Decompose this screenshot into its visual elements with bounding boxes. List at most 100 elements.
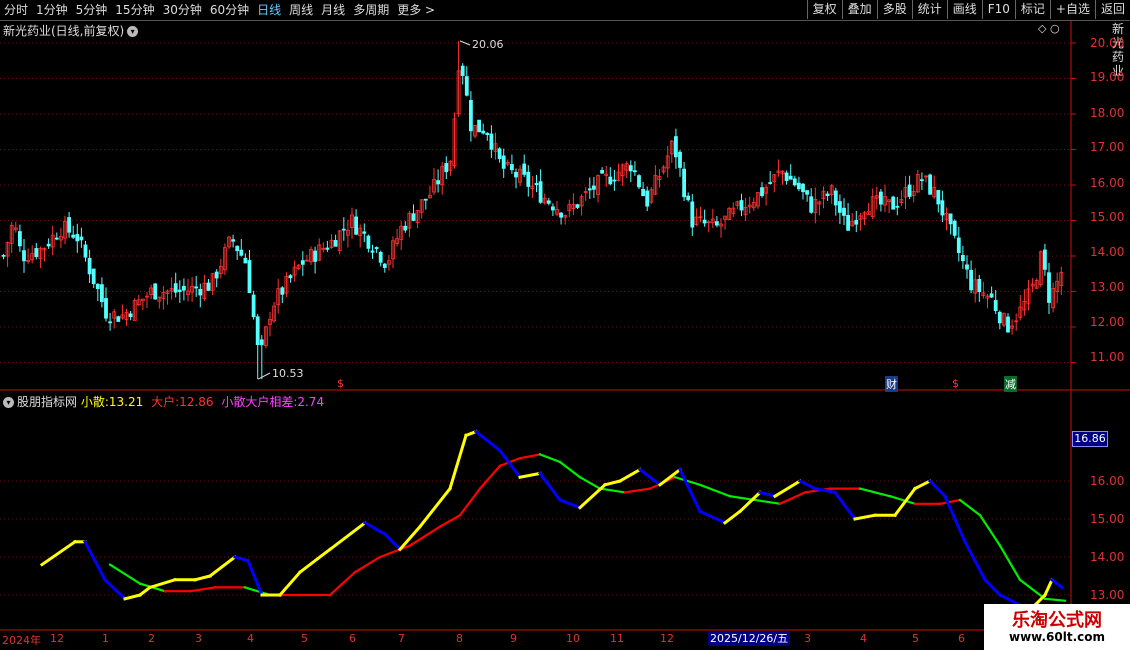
candle-body [686, 195, 691, 201]
candle-body [22, 250, 26, 262]
candle-body [805, 190, 809, 195]
chevron-down-icon[interactable]: ▾ [127, 26, 139, 37]
time-tick: 7 [398, 632, 405, 645]
candle-body [173, 283, 178, 293]
big-holder-line [598, 487, 627, 494]
time-tick: 3 [195, 632, 202, 645]
retail-line [912, 478, 933, 491]
time-tick: 4 [247, 632, 254, 645]
reduce-marker[interactable]: 减 [1004, 376, 1017, 392]
candle-body [444, 163, 449, 173]
candle-body [739, 200, 744, 211]
retail-line [473, 429, 503, 453]
candle-body [600, 170, 604, 174]
price-tick: 20.00 [1090, 36, 1125, 50]
candle-body [366, 235, 371, 249]
big-holder-line [538, 452, 562, 464]
candle-body [116, 316, 121, 322]
candle-body [100, 284, 104, 303]
candle-body [760, 187, 764, 197]
stock-title: 新光药业(日线,前复权) ▾ [3, 22, 139, 39]
candle-body [546, 200, 551, 204]
retail-line [417, 486, 453, 529]
candle-body [809, 196, 814, 213]
candle-body [288, 275, 293, 279]
candle-body [715, 221, 719, 226]
candle-body [612, 179, 617, 182]
big-holder-line [518, 453, 542, 460]
candle-body [235, 245, 240, 252]
candle-body [936, 189, 941, 205]
candle-body [354, 216, 359, 235]
retail-line [1043, 577, 1054, 597]
big-holder-line [353, 555, 382, 574]
stock-chart[interactable] [0, 0, 1130, 650]
indicator-tick: 13.00 [1090, 588, 1125, 602]
big-holder-value: 12.86 [179, 395, 214, 409]
big-holder-line [408, 525, 442, 548]
site-watermark: 乐淘公式网 www.60lt.com [984, 604, 1130, 650]
retail-line [102, 577, 128, 601]
candle-body [825, 193, 830, 196]
retail-line [962, 539, 988, 582]
retail-line [832, 490, 858, 522]
dollar-marker-2[interactable]: $ [952, 377, 959, 390]
time-tick: 5 [301, 632, 308, 645]
candle-body [255, 316, 260, 346]
candle-body [46, 243, 51, 247]
retail-line [603, 479, 622, 487]
retail-line [382, 532, 403, 552]
diff-label: 小散大户相差: [221, 395, 298, 409]
circle-icon[interactable]: ○ [1050, 22, 1060, 35]
indicator-tick: 15.00 [1090, 512, 1125, 526]
time-tick: 1 [102, 632, 109, 645]
time-tick: 6 [958, 632, 965, 645]
candle-body [206, 282, 211, 291]
candle-body [797, 182, 801, 190]
big-holder-line [958, 498, 982, 517]
big-holder-line [578, 475, 602, 491]
dollar-marker-1[interactable]: $ [337, 377, 344, 390]
candle-body [362, 231, 367, 234]
retail-line [148, 577, 177, 590]
retail-line [1049, 577, 1065, 590]
candle-body [682, 168, 686, 198]
candle-body [678, 151, 682, 168]
candle-body [920, 179, 924, 182]
candle-body [374, 247, 379, 249]
candle-body [243, 257, 248, 264]
retail-line [137, 585, 153, 598]
time-tick: 10 [566, 632, 580, 645]
indicator-series [39, 429, 1067, 613]
candle-body [341, 228, 346, 231]
candle-body [509, 164, 514, 171]
candle-body [879, 191, 883, 205]
candle-body [333, 240, 338, 247]
candle-body [280, 287, 285, 295]
candle-body [231, 239, 236, 242]
low-price-label: 10.53 [272, 367, 304, 380]
retail-line [518, 471, 542, 479]
candle-body [846, 214, 850, 231]
time-tick: 9 [510, 632, 517, 645]
candle-body [768, 182, 773, 184]
retail-line [277, 570, 303, 598]
candle-body [214, 271, 219, 279]
candle-body [514, 171, 518, 178]
retail-line [448, 433, 468, 491]
big-holder-line [998, 544, 1022, 582]
candle-body [485, 132, 490, 136]
candle-body [948, 213, 953, 225]
finance-marker[interactable]: 财 [885, 376, 898, 392]
candlestick-series [1, 40, 1064, 380]
big-holder-line [558, 460, 582, 479]
candle-body [952, 220, 957, 236]
big-holder-label: 大户: [151, 395, 180, 409]
price-tick: 13.00 [1090, 280, 1125, 294]
candle-body [108, 321, 112, 324]
chevron-down-icon[interactable]: ▾ [3, 397, 14, 408]
diamond-icon[interactable]: ◇ [1038, 22, 1046, 35]
candle-body [641, 188, 645, 197]
candle-body [91, 268, 96, 285]
candle-body [75, 234, 80, 242]
